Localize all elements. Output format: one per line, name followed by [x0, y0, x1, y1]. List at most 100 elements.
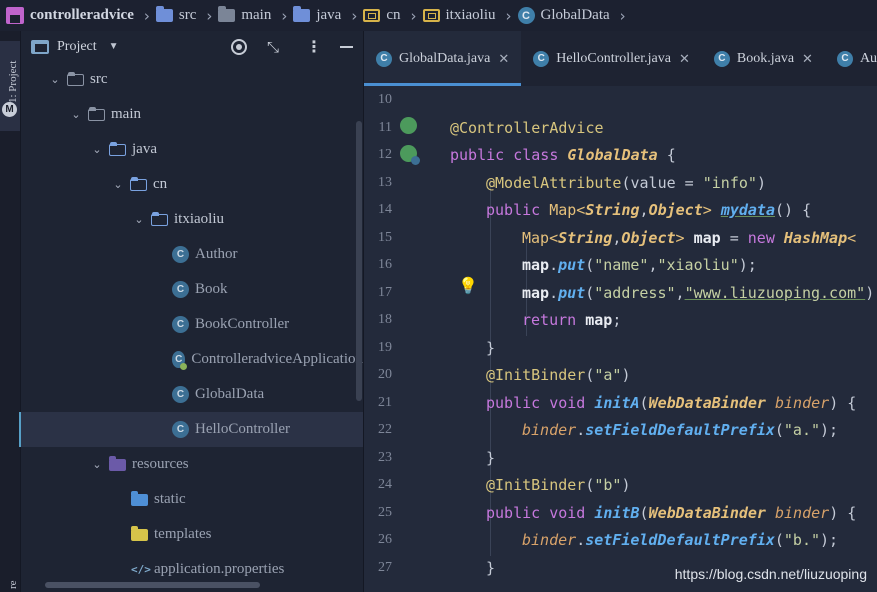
code-line-20: @InitBinder("a")	[486, 366, 631, 384]
editor-tab-bar: C GlobalData.java ✕ C HelloController.ja…	[364, 31, 877, 86]
breadcrumb-globaldata[interactable]: C GlobalData	[517, 7, 610, 24]
line-number: 11	[378, 120, 392, 135]
breadcrumb-src[interactable]: src	[155, 6, 196, 24]
folder-icon	[218, 6, 236, 22]
line-number: 12	[378, 147, 392, 162]
web-folder-icon	[131, 490, 148, 506]
close-icon[interactable]: ✕	[802, 51, 813, 67]
line-number: 15	[378, 230, 392, 245]
line-number: 18	[378, 312, 392, 327]
class-icon: C	[713, 50, 730, 67]
breadcrumb-itxiaoliu[interactable]: itxiaoliu	[422, 7, 496, 24]
code-editor[interactable]: 10 11 12 13 14 15 16 17 18 19 20 21 22 2…	[364, 86, 877, 592]
chevron-down-icon[interactable]: ⌄	[70, 108, 82, 121]
tree-item-resources[interactable]: ⌄ resources	[21, 447, 363, 482]
code-line-26: binder.setFieldDefaultPrefix("b.");	[522, 531, 839, 549]
line-number: 22	[378, 422, 392, 437]
breadcrumb-java[interactable]: java	[293, 6, 341, 24]
chevron-down-icon[interactable]: ⌄	[91, 458, 103, 471]
package-icon	[130, 176, 147, 191]
tree-item-main[interactable]: ⌄ main	[21, 97, 363, 132]
class-icon: C	[172, 316, 189, 333]
close-icon[interactable]: ✕	[498, 51, 509, 67]
chevron-down-icon[interactable]: ▼	[109, 41, 119, 52]
line-number: 25	[378, 505, 392, 520]
line-number: 19	[378, 340, 392, 355]
tab-author[interactable]: C Aut	[825, 31, 877, 86]
tree-item-bookcontroller[interactable]: C BookController	[21, 307, 363, 342]
tree-item-book[interactable]: C Book	[21, 272, 363, 307]
chevron-right-icon: ›	[410, 6, 417, 25]
spring-boot-class-icon: C	[172, 351, 188, 370]
code-line-17: map.put("address","www.liuzuoping.com")	[522, 284, 875, 302]
code-line-18: return map;	[522, 311, 622, 329]
class-icon: C	[376, 50, 392, 67]
project-view-icon	[31, 39, 49, 54]
target-icon	[231, 39, 247, 55]
close-icon[interactable]: ✕	[679, 51, 690, 67]
class-icon: C	[172, 386, 189, 403]
source-folder-icon	[293, 6, 311, 22]
locate-file-button[interactable]	[229, 37, 249, 57]
package-icon	[151, 211, 168, 226]
project-tool-button[interactable]: 1: Project	[0, 41, 20, 131]
code-line-16: map.put("name","xiaoliu");	[522, 256, 757, 274]
tree-item-java[interactable]: ⌄ java	[21, 132, 363, 167]
breadcrumb-main[interactable]: main	[218, 6, 271, 24]
watermark: https://blog.csdn.net/liuzuoping	[674, 566, 867, 582]
spring-bean-class-icon[interactable]	[400, 145, 420, 165]
line-number: 23	[378, 450, 392, 465]
line-number: 16	[378, 257, 392, 272]
chevron-right-icon: ›	[281, 6, 288, 25]
folder-icon	[88, 106, 105, 121]
chevron-right-icon: ›	[351, 6, 358, 25]
lightbulb-icon[interactable]: 💡	[458, 276, 478, 296]
structure-tool-label[interactable]: re	[7, 580, 19, 589]
tree-item-src[interactable]: ⌄ src	[21, 62, 363, 97]
chevron-down-icon[interactable]: ⌄	[91, 143, 103, 156]
breadcrumb: controlleradvice › src › main › java › c…	[0, 0, 877, 31]
source-folder-icon	[155, 6, 173, 22]
line-number: 13	[378, 175, 392, 190]
chevron-down-icon[interactable]: ⌄	[133, 213, 145, 226]
line-number: 17	[378, 285, 392, 300]
tree-item-static[interactable]: static	[21, 482, 363, 517]
horizontal-scrollbar[interactable]	[45, 582, 260, 588]
tree-item-itxiaoliu[interactable]: ⌄ itxiaoliu	[21, 202, 363, 237]
spring-bean-icon[interactable]	[400, 117, 417, 134]
maven-icon[interactable]: M	[2, 102, 17, 117]
vertical-scrollbar[interactable]	[356, 121, 362, 401]
tree-item-templates[interactable]: templates	[21, 517, 363, 552]
class-icon: C	[172, 421, 189, 438]
breadcrumb-cn[interactable]: cn	[363, 7, 401, 24]
code-line-12: public class GlobalData {	[450, 146, 676, 164]
tab-hellocontroller[interactable]: C HelloController.java ✕	[521, 31, 702, 86]
hide-panel-button[interactable]	[336, 37, 356, 57]
tree-item-globaldata[interactable]: C GlobalData	[21, 377, 363, 412]
code-line-14: public Map<String,Object> mydata() {	[486, 201, 812, 219]
tree-item-author[interactable]: C Author	[21, 237, 363, 272]
project-icon	[6, 7, 24, 24]
tool-window-strip: 1: Project M re	[0, 31, 21, 592]
tree-item-hellocontroller[interactable]: C HelloController	[19, 412, 363, 447]
line-number: 26	[378, 532, 392, 547]
tab-book[interactable]: C Book.java ✕	[702, 31, 825, 86]
folder-icon	[67, 71, 84, 86]
project-panel: Project ▼ ⤡ ⋮ ⌄ src ⌄ main ⌄ java ⌄ cn ⌄	[19, 31, 364, 592]
line-number: 27	[378, 560, 392, 575]
collapse-all-button[interactable]: ⤡	[263, 37, 283, 57]
tree-item-cn[interactable]: ⌄ cn	[21, 167, 363, 202]
line-number: 21	[378, 395, 392, 410]
project-view-title[interactable]: Project	[57, 39, 97, 55]
source-folder-icon	[109, 141, 126, 156]
breadcrumb-project[interactable]: controlleradvice	[6, 7, 134, 24]
chevron-right-icon: ›	[143, 6, 150, 25]
chevron-down-icon[interactable]: ⌄	[49, 73, 61, 86]
project-tool-label: 1: Project	[7, 60, 19, 103]
chevron-down-icon[interactable]: ⌄	[112, 178, 124, 191]
tab-globaldata[interactable]: C GlobalData.java ✕	[364, 31, 522, 86]
chevron-right-icon: ›	[619, 6, 626, 25]
more-options-button[interactable]: ⋮	[304, 37, 324, 57]
project-panel-header: Project ▼ ⤡ ⋮	[21, 31, 363, 62]
tree-item-controlleradviceapplication[interactable]: C ControlleradviceApplication	[21, 342, 363, 377]
